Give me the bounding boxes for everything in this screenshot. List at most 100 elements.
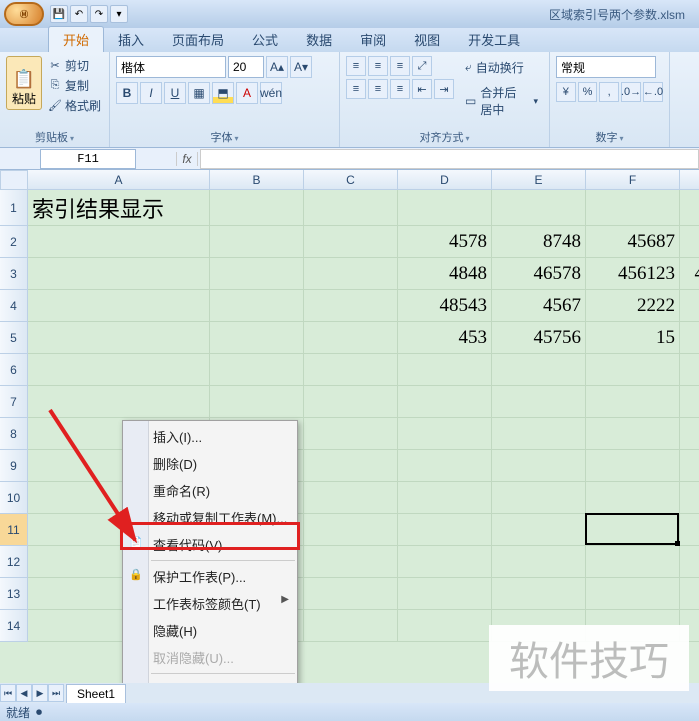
cell[interactable]	[492, 450, 586, 482]
tab-insert[interactable]: 插入	[104, 27, 158, 52]
cell[interactable]	[586, 482, 680, 514]
cell[interactable]	[586, 514, 680, 546]
cell[interactable]: 45687	[586, 226, 680, 258]
cell[interactable]	[492, 190, 586, 226]
tab-formula[interactable]: 公式	[238, 27, 292, 52]
paste-button[interactable]: 📋 粘贴	[6, 56, 42, 110]
tab-data[interactable]: 数据	[292, 27, 346, 52]
align-bottom-button[interactable]: ≡	[390, 56, 410, 76]
macro-record-icon[interactable]: ⏺	[36, 705, 42, 720]
cell[interactable]	[304, 386, 398, 418]
fill-color-button[interactable]: ⬒	[212, 82, 234, 104]
underline-button[interactable]: U	[164, 82, 186, 104]
ctx-rename[interactable]: 重命名(R)	[123, 477, 297, 504]
cell[interactable]: 453	[398, 322, 492, 354]
tab-nav-first[interactable]: ⏮	[0, 684, 16, 702]
cell[interactable]: 4	[680, 226, 699, 258]
row-header[interactable]: 8	[0, 418, 28, 450]
cell[interactable]	[398, 386, 492, 418]
row-header[interactable]: 10	[0, 482, 28, 514]
increase-font-button[interactable]: A▴	[266, 56, 288, 78]
cell[interactable]	[304, 354, 398, 386]
cell[interactable]	[28, 258, 210, 290]
row-header[interactable]: 5	[0, 322, 28, 354]
comma-button[interactable]: ,	[599, 82, 619, 102]
italic-button[interactable]: I	[140, 82, 162, 104]
cell[interactable]	[398, 578, 492, 610]
cell[interactable]	[210, 258, 304, 290]
cell[interactable]	[398, 450, 492, 482]
row-header[interactable]: 14	[0, 610, 28, 642]
tab-home[interactable]: 开始	[48, 26, 104, 52]
cell[interactable]: 4567	[492, 290, 586, 322]
cell[interactable]	[586, 386, 680, 418]
font-size-select[interactable]: 20	[228, 56, 264, 78]
tab-dev[interactable]: 开发工具	[454, 27, 534, 52]
orientation-button[interactable]: ⤢	[412, 56, 432, 76]
cell[interactable]	[586, 450, 680, 482]
align-middle-button[interactable]: ≡	[368, 56, 388, 76]
select-all-corner[interactable]	[0, 170, 28, 190]
cell[interactable]	[398, 546, 492, 578]
column-header[interactable]: G	[680, 170, 699, 190]
wrap-text-button[interactable]: ⤶自动换行	[460, 56, 543, 79]
formula-input[interactable]	[200, 149, 699, 169]
cell[interactable]	[304, 578, 398, 610]
cell-title[interactable]: 索引结果显示	[28, 190, 210, 226]
cell[interactable]	[304, 514, 398, 546]
merge-center-button[interactable]: ▭合并后居中▾	[460, 81, 543, 121]
cell[interactable]	[398, 482, 492, 514]
ctx-delete[interactable]: 删除(D)	[123, 450, 297, 477]
border-button[interactable]: ▦	[188, 82, 210, 104]
cell[interactable]	[680, 290, 699, 322]
cell[interactable]	[304, 190, 398, 226]
cut-button[interactable]: ✂剪切	[46, 56, 103, 75]
cell[interactable]	[304, 226, 398, 258]
cell[interactable]	[28, 226, 210, 258]
cell[interactable]	[586, 354, 680, 386]
office-button[interactable]: Ⓜ	[4, 2, 44, 26]
cell[interactable]: 4578	[398, 226, 492, 258]
cell[interactable]	[304, 610, 398, 642]
cell[interactable]	[210, 354, 304, 386]
cell[interactable]: 4848	[398, 258, 492, 290]
cell[interactable]: 484	[680, 258, 699, 290]
cell[interactable]	[492, 546, 586, 578]
cell[interactable]	[210, 322, 304, 354]
row-header[interactable]: 7	[0, 386, 28, 418]
cell[interactable]	[492, 354, 586, 386]
decrease-indent-button[interactable]: ⇤	[412, 79, 432, 99]
tab-nav-last[interactable]: ⏭	[48, 684, 64, 702]
qat-save[interactable]: 💾	[50, 5, 68, 23]
row-header[interactable]: 2	[0, 226, 28, 258]
row-header[interactable]: 3	[0, 258, 28, 290]
column-header[interactable]: A	[28, 170, 210, 190]
cell[interactable]: 45756	[492, 322, 586, 354]
row-header[interactable]: 13	[0, 578, 28, 610]
align-center-button[interactable]: ≡	[368, 79, 388, 99]
sheet-area[interactable]: ABCDEFG 1234567891011121314 索引结果显示457887…	[0, 170, 699, 698]
align-left-button[interactable]: ≡	[346, 79, 366, 99]
align-right-button[interactable]: ≡	[390, 79, 410, 99]
cell[interactable]	[304, 450, 398, 482]
qat-redo[interactable]: ↷	[90, 5, 108, 23]
cell[interactable]	[586, 190, 680, 226]
cell[interactable]	[680, 450, 699, 482]
cell[interactable]	[28, 386, 210, 418]
cell[interactable]	[304, 482, 398, 514]
cell[interactable]: 3	[680, 322, 699, 354]
increase-decimal-button[interactable]: .0→	[621, 82, 641, 102]
align-top-button[interactable]: ≡	[346, 56, 366, 76]
qat-undo[interactable]: ↶	[70, 5, 88, 23]
cell[interactable]: 456123	[586, 258, 680, 290]
row-header[interactable]: 4	[0, 290, 28, 322]
cell[interactable]	[586, 546, 680, 578]
cell[interactable]	[492, 386, 586, 418]
cell[interactable]	[680, 354, 699, 386]
cell[interactable]	[398, 190, 492, 226]
row-header[interactable]: 9	[0, 450, 28, 482]
column-header[interactable]: C	[304, 170, 398, 190]
row-header[interactable]: 11	[0, 514, 28, 546]
currency-button[interactable]: ¥	[556, 82, 576, 102]
cell[interactable]	[28, 322, 210, 354]
